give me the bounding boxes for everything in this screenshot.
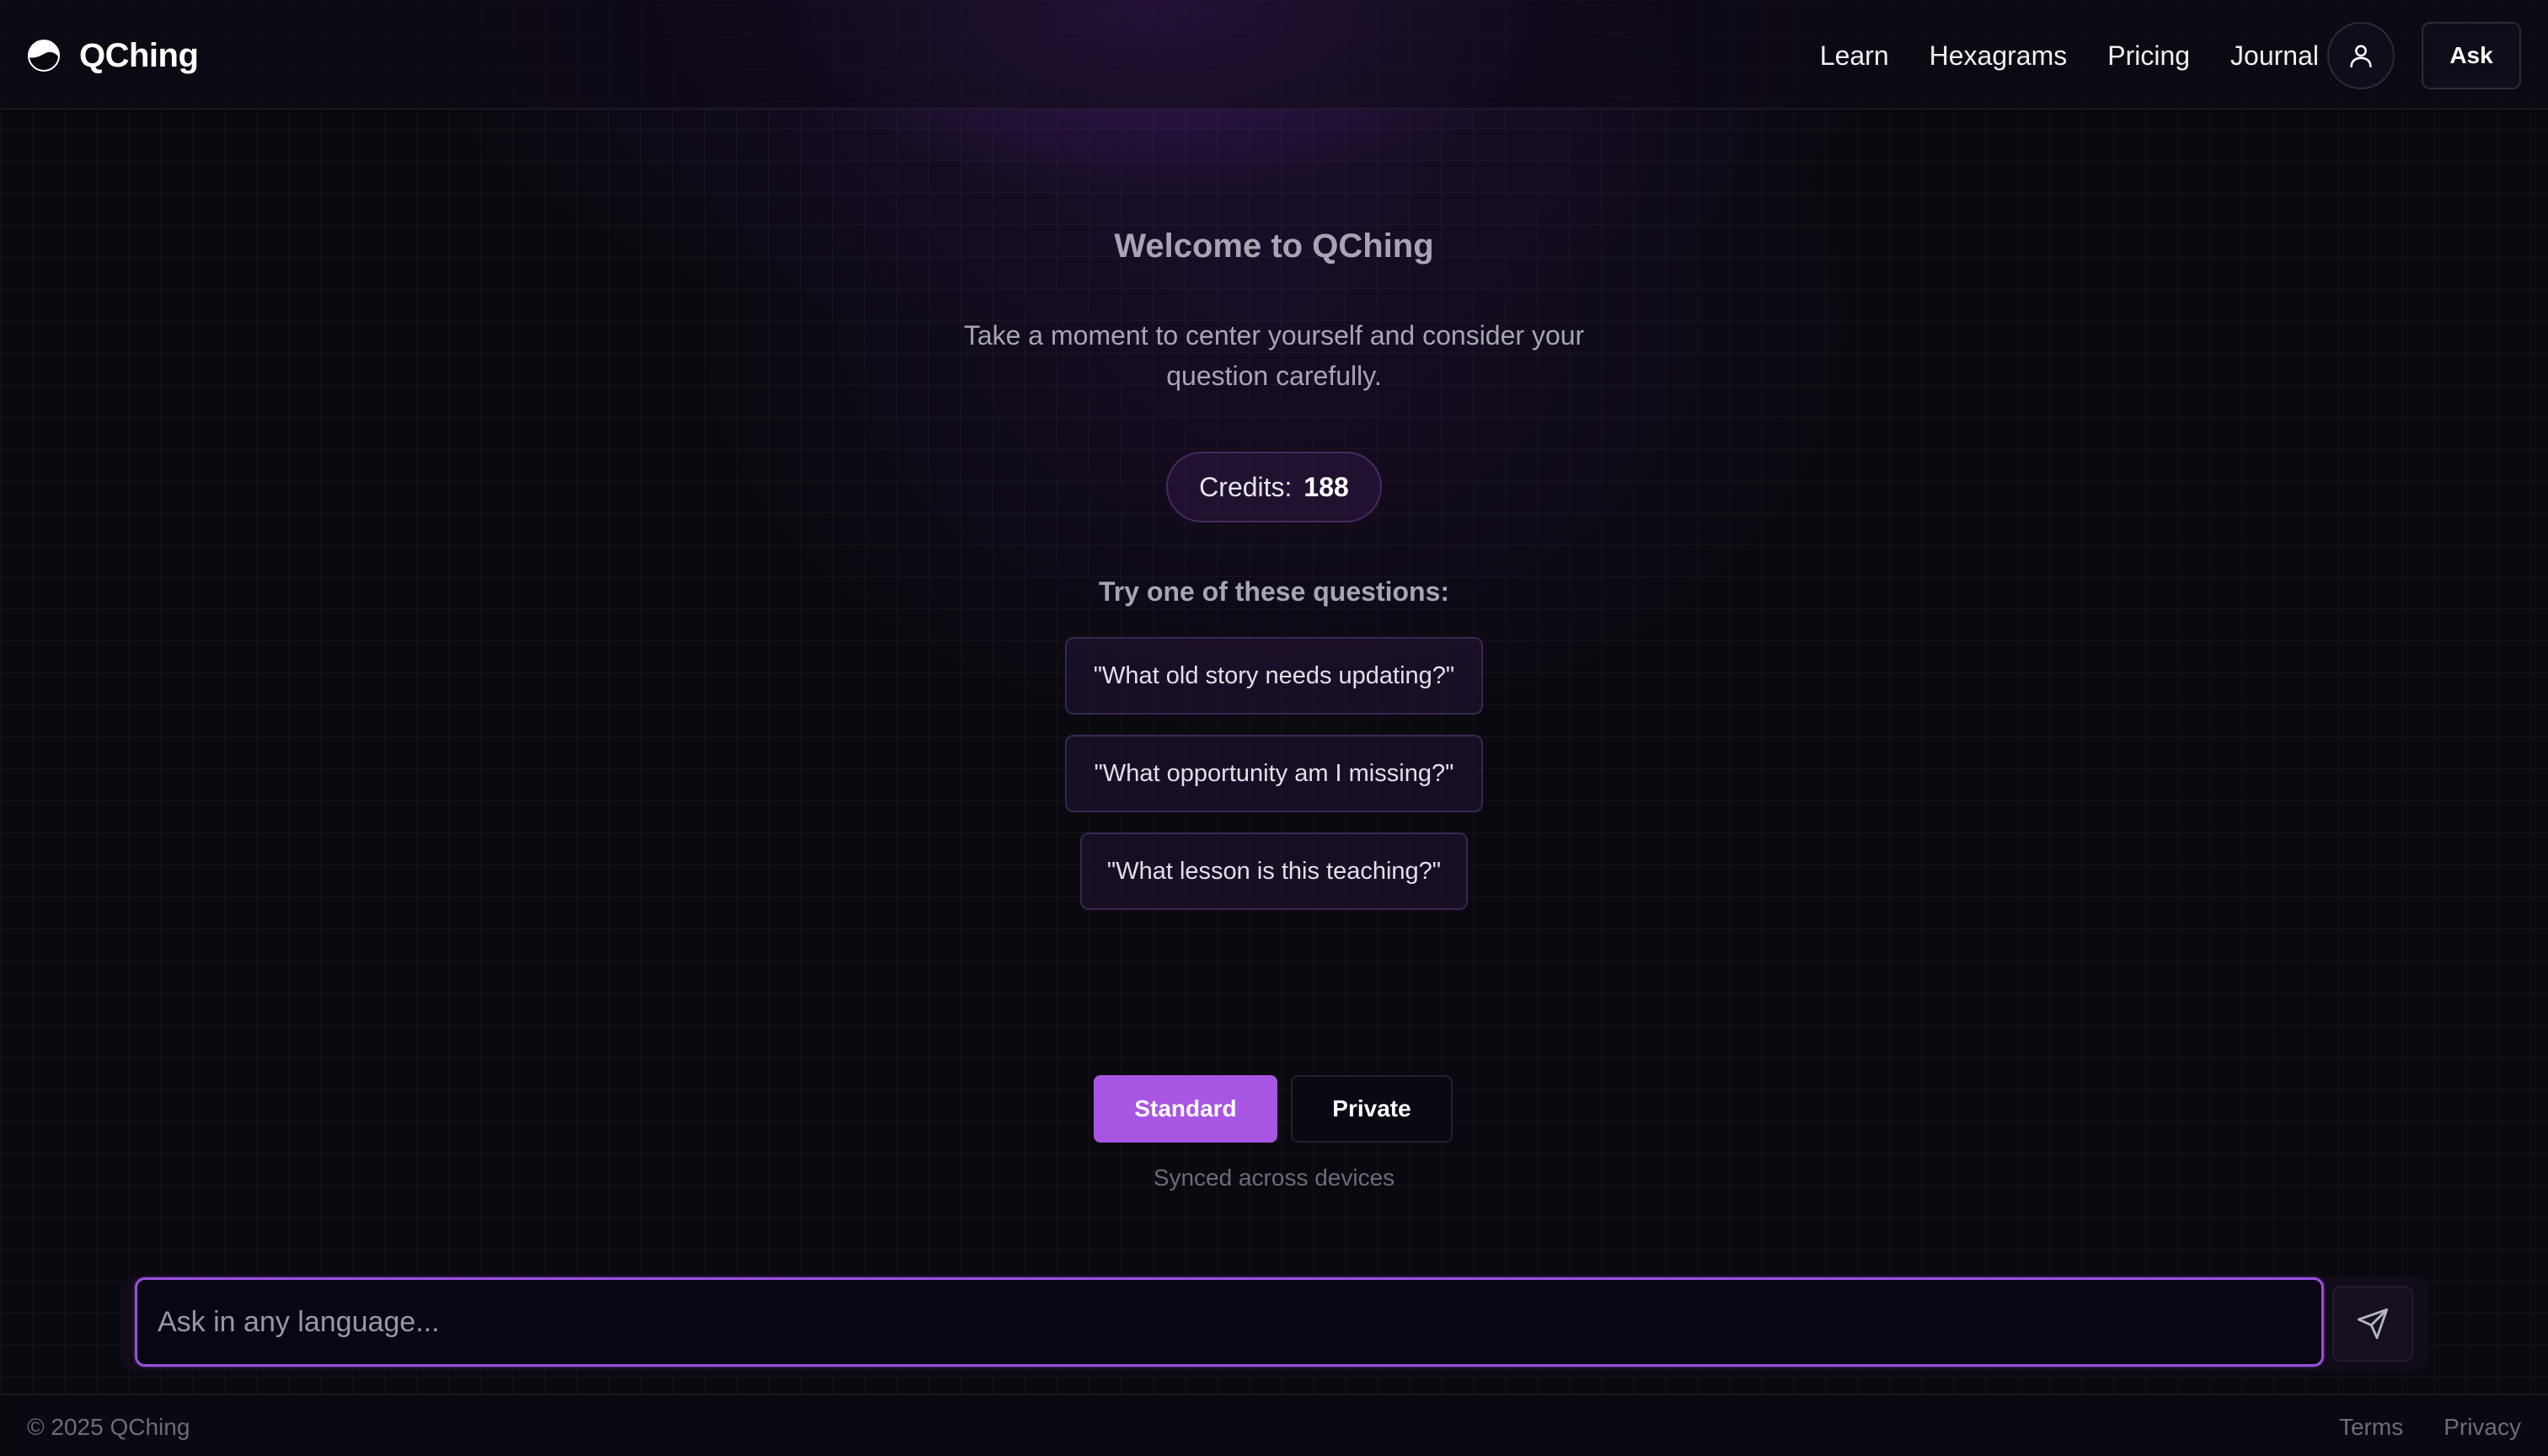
brand[interactable]: QChing (27, 34, 199, 78)
nav-hexagrams[interactable]: Hexagrams (1930, 40, 2068, 72)
copyright: © 2025 QChing (27, 1414, 190, 1440)
question-input-bar (120, 1277, 2428, 1370)
nav-journal[interactable]: Journal (2230, 40, 2319, 72)
suggestions-heading: Try one of these questions: (1098, 576, 1450, 607)
mode-private-button[interactable]: Private (1291, 1075, 1453, 1143)
send-button[interactable] (2332, 1286, 2413, 1362)
user-account-button[interactable] (2327, 22, 2395, 89)
suggestion-button[interactable]: "What opportunity am I missing?" (1065, 735, 1483, 812)
nav-pricing[interactable]: Pricing (2107, 40, 2190, 72)
question-input[interactable] (135, 1277, 2324, 1367)
suggestion-button[interactable]: "What old story needs updating?" (1065, 637, 1483, 715)
page-subtitle: Take a moment to center yourself and con… (963, 320, 1585, 391)
suggestion-button[interactable]: "What lesson is this teaching?" (1080, 832, 1468, 910)
yin-yang-moon-icon (28, 40, 60, 72)
main-nav: Learn Hexagrams Pricing Journal (1820, 34, 2319, 78)
user-icon (2350, 45, 2372, 68)
mode-standard-button[interactable]: Standard (1094, 1075, 1277, 1143)
footer-link-privacy[interactable]: Privacy (2444, 1414, 2521, 1441)
nav-learn[interactable]: Learn (1820, 40, 1889, 72)
credits-value: 188 (1303, 471, 1349, 502)
credits-badge: Credits: 188 (1166, 452, 1382, 522)
ask-button[interactable]: Ask (2422, 22, 2521, 89)
page-title: Welcome to QChing (1114, 228, 1434, 265)
app-root: QChing Learn Hexagrams Pricing Journal A… (0, 0, 2548, 1456)
footer-link-terms[interactable]: Terms (2339, 1414, 2403, 1441)
send-icon (2357, 1308, 2389, 1340)
brand-name: QChing (79, 36, 199, 74)
footer-links: Terms Privacy (2339, 1414, 2521, 1441)
page-footer: © 2025 QChing Terms Privacy (0, 1394, 2548, 1456)
background-grid (0, 0, 2548, 1456)
sync-note: Synced across devices (1153, 1164, 1395, 1191)
top-header: QChing Learn Hexagrams Pricing Journal A… (0, 0, 2548, 110)
credits-label: Credits: (1199, 471, 1293, 502)
